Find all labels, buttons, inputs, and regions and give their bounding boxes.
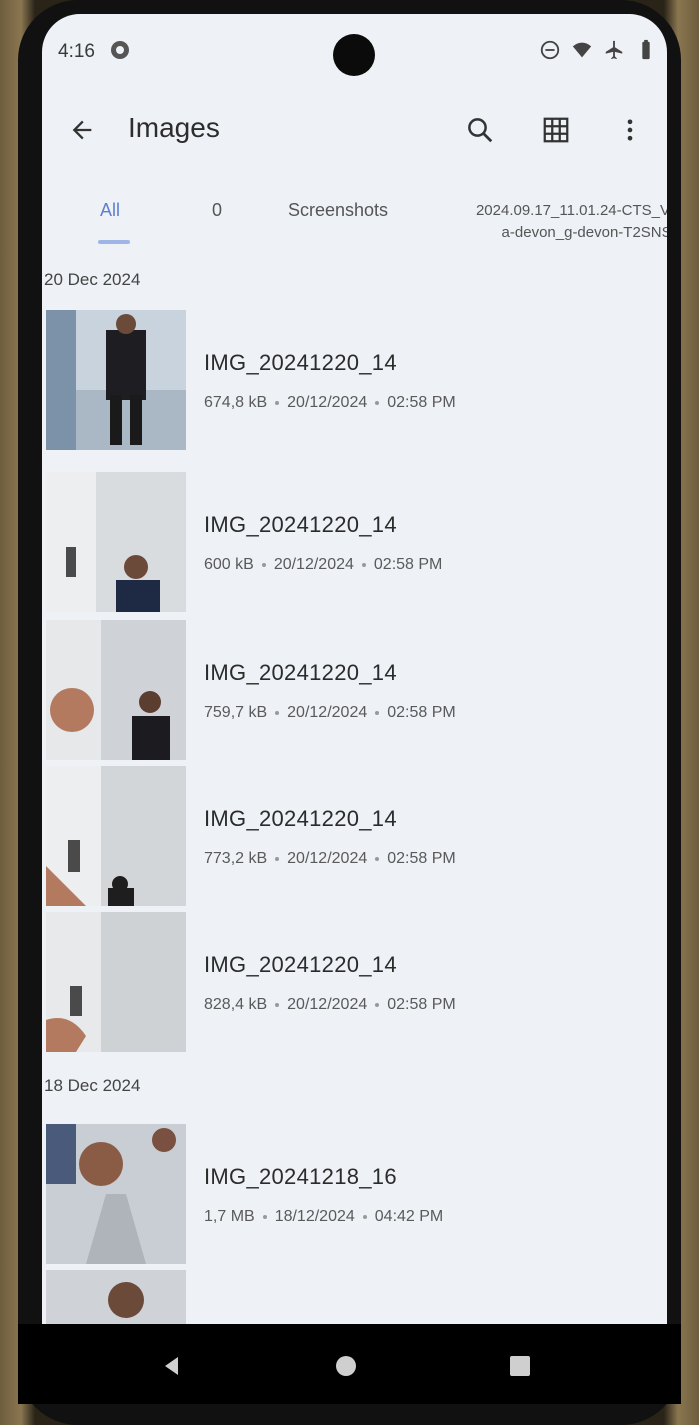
item-name: IMG_20241220_14	[204, 952, 397, 977]
item-size: 828,4 kB	[204, 996, 268, 1013]
tab-zero[interactable]: 0	[212, 200, 222, 221]
item-meta: 1,7 MB 18/12/2024 04:42 PM	[204, 1208, 443, 1226]
thumbnail	[46, 472, 186, 612]
item-time: 02:58 PM	[373, 556, 443, 573]
item-text: IMG_20241220_14 600 kB 20/12/2024 02:58 PM	[204, 512, 442, 574]
thumbnail	[46, 766, 186, 906]
item-date: 20/12/2024	[287, 394, 368, 411]
system-nav-bar	[18, 1324, 681, 1404]
search-icon	[468, 118, 493, 143]
list-item[interactable]: IMG_20241218_16 1,7 MB 18/12/2024 04:42 PM	[46, 1124, 646, 1264]
search-button[interactable]	[458, 108, 502, 152]
status-icons	[539, 39, 657, 61]
separator-dot	[375, 710, 380, 715]
thumbnail	[46, 620, 186, 760]
item-meta: 759,7 kB 20/12/2024 02:58 PM	[204, 704, 456, 722]
list-item[interactable]: IMG_20241220_14 773,2 kB 20/12/2024 02:58 …	[46, 766, 646, 906]
date-header: 18 Dec 2024	[44, 1076, 141, 1095]
back-arrow-icon	[72, 120, 92, 140]
nav-recents-button[interactable]	[500, 1346, 540, 1386]
thumbnail	[46, 1124, 186, 1264]
page-title: Images	[128, 112, 220, 143]
item-date: 18/12/2024	[274, 1208, 355, 1225]
more-vert-icon	[627, 119, 633, 141]
item-time: 02:58 PM	[387, 394, 456, 411]
separator-dot	[261, 562, 266, 567]
separator-dot	[362, 1214, 367, 1219]
separator-dot	[375, 1002, 380, 1007]
dnd-icon	[540, 40, 560, 60]
separator-dot	[275, 856, 280, 861]
tab-bar: All 0 Screenshots 2024.09.17_11.01.24-CT…	[42, 184, 667, 254]
separator-dot	[275, 400, 280, 405]
item-date: 20/12/2024	[287, 850, 368, 867]
separator-dot	[262, 1214, 267, 1219]
item-time: 02:58 PM	[387, 996, 456, 1013]
item-meta: 773,2 kB 20/12/2024 02:58 PM	[204, 850, 456, 868]
thumbnail	[46, 310, 186, 450]
battery-icon	[642, 39, 650, 60]
item-date: 20/12/2024	[287, 996, 368, 1013]
item-text: IMG_20241220_14 828,4 kB 20/12/2024 02:58 …	[204, 952, 456, 1014]
list-item[interactable]	[46, 1270, 646, 1324]
item-size: 773,2 kB	[204, 850, 268, 867]
item-size: 674,8 kB	[204, 394, 268, 411]
separator-dot	[275, 710, 280, 715]
item-meta: 828,4 kB 20/12/2024 02:58 PM	[204, 996, 456, 1014]
thumbnail	[46, 912, 186, 1052]
tab-cts-line1: 2024.09.17_11.01.24-CTS_VE	[475, 202, 667, 219]
grid-view-button[interactable]	[534, 108, 578, 152]
item-meta: 600 kB 20/12/2024 02:58 PM	[204, 556, 442, 574]
grid-view-icon	[543, 117, 569, 143]
separator-dot	[375, 400, 380, 405]
tab-screenshots[interactable]: Screenshots	[288, 200, 388, 221]
list-item[interactable]: IMG_20241220_14 759,7 kB 20/12/2024 02:58 …	[46, 620, 646, 760]
item-time: 04:42 PM	[374, 1208, 444, 1225]
date-header: 20 Dec 2024	[44, 270, 141, 289]
item-name: IMG_20241220_14	[204, 806, 397, 831]
item-name: IMG_20241218_16	[204, 1164, 397, 1189]
more-options-button[interactable]	[608, 108, 652, 152]
tab-cts-folder[interactable]: 2024.09.17_11.01.24-CTS_VE a-devon_g-dev…	[440, 200, 667, 244]
item-size: 759,7 kB	[204, 704, 268, 721]
item-date: 20/12/2024	[287, 704, 368, 721]
camera-cutout	[333, 34, 375, 76]
tab-cts-line2: a-devon_g-devon-T2SNS3	[501, 224, 667, 241]
airplane-icon	[605, 40, 623, 60]
app-bar: Images	[42, 96, 667, 160]
item-time: 02:58 PM	[387, 704, 456, 721]
item-meta: 674,8 kB 20/12/2024 02:58 PM	[204, 394, 456, 412]
wifi-icon	[572, 42, 592, 58]
item-text: IMG_20241220_14 759,7 kB 20/12/2024 02:58 …	[204, 660, 456, 722]
item-text: IMG_20241218_16 1,7 MB 18/12/2024 04:42 PM	[204, 1164, 443, 1226]
list-item[interactable]: IMG_20241220_14 600 kB 20/12/2024 02:58 PM	[46, 472, 646, 612]
status-bar: 4:16	[42, 14, 667, 86]
item-date: 20/12/2024	[273, 556, 354, 573]
nav-back-button[interactable]	[152, 1346, 192, 1386]
nav-home-button[interactable]	[326, 1346, 366, 1386]
list-item[interactable]: IMG_20241220_14 674,8 kB 20/12/2024 02:58 …	[46, 310, 646, 450]
screen: 4:16 Images All 0 Screenshots 2024.09.17…	[42, 14, 667, 1324]
thumbnail	[46, 1270, 186, 1324]
item-name: IMG_20241220_14	[204, 660, 397, 685]
item-name: IMG_20241220_14	[204, 512, 397, 537]
separator-dot	[275, 1002, 280, 1007]
nav-home-icon	[336, 1356, 356, 1376]
item-text: IMG_20241220_14 773,2 kB 20/12/2024 02:58 …	[204, 806, 456, 868]
separator-dot	[361, 562, 366, 567]
item-size: 1,7 MB	[204, 1208, 255, 1225]
back-button[interactable]	[60, 108, 104, 152]
list-item[interactable]: IMG_20241220_14 828,4 kB 20/12/2024 02:58 …	[46, 912, 646, 1052]
item-name: IMG_20241220_14	[204, 350, 397, 375]
tab-all[interactable]: All	[100, 200, 120, 221]
item-size: 600 kB	[204, 556, 254, 573]
nav-back-icon	[165, 1357, 178, 1375]
item-text: IMG_20241220_14 674,8 kB 20/12/2024 02:58 …	[204, 350, 456, 412]
nav-recents-icon	[510, 1356, 530, 1376]
sync-icon	[111, 41, 129, 59]
tab-indicator	[98, 240, 130, 244]
status-time: 4:16	[58, 41, 95, 62]
item-time: 02:58 PM	[387, 850, 456, 867]
separator-dot	[375, 856, 380, 861]
